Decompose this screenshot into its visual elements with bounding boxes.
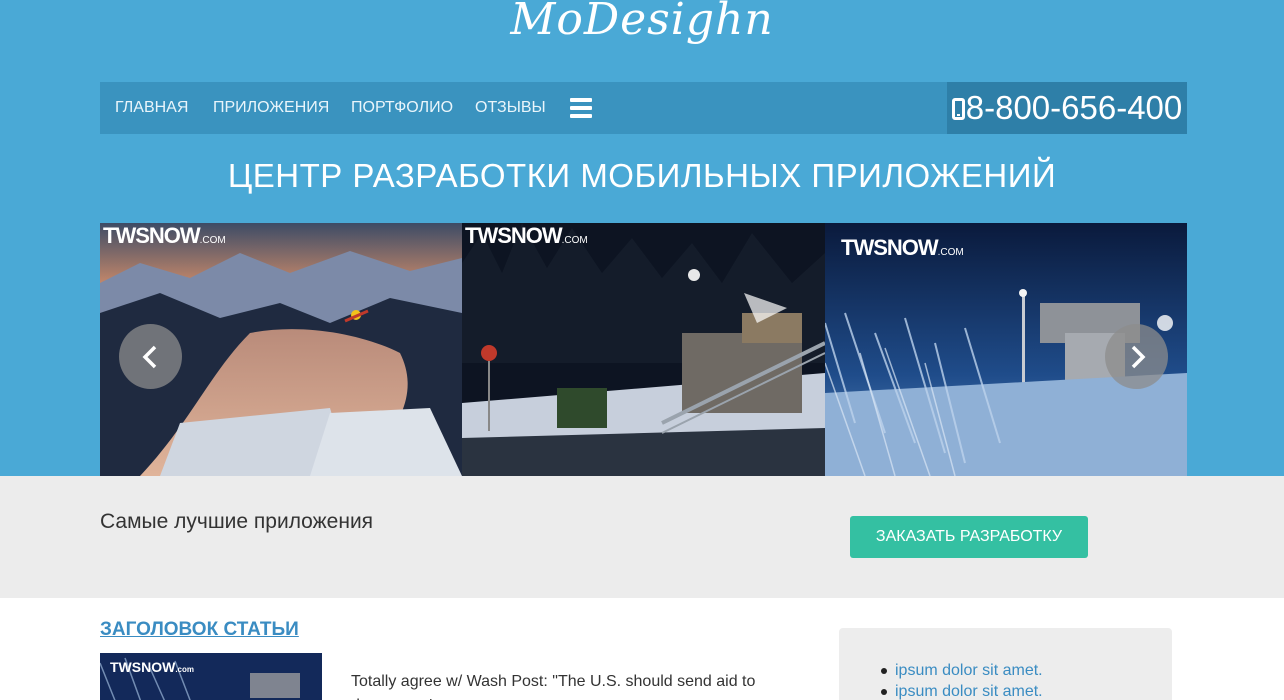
main-nav: ГЛАВНАЯ ПРИЛОЖЕНИЯ ПОРТФОЛИО ОТЗЫВЫ 8-80…	[100, 82, 1187, 134]
site-logo[interactable]: MoDesighn	[0, 0, 1284, 45]
slider-next-button[interactable]	[1105, 324, 1168, 389]
chevron-right-icon	[1131, 345, 1146, 369]
article-thumb-brand: TWSNOW.com	[110, 659, 194, 675]
article-thumbnail[interactable]: TWSNOW.com	[100, 653, 322, 700]
slide-brand-2: TWSNOW.COM	[465, 223, 588, 248]
promo-text: Самые лучшие приложения	[100, 510, 374, 533]
hamburger-icon[interactable]	[570, 98, 592, 118]
article-excerpt: Totally agree w/ Wash Post: "The U.S. sh…	[351, 673, 756, 700]
sidebar-list: ipsum dolor sit amet. ipsum dolor sit am…	[881, 660, 1043, 700]
slide-image-2: TWSNOW.COM	[462, 223, 825, 476]
nav-item-apps[interactable]: ПРИЛОЖЕНИЯ	[213, 82, 329, 134]
article-title[interactable]: ЗАГОЛОВОК СТАТЬИ	[100, 619, 299, 641]
slide-brand-1: TWSNOW.COM	[103, 223, 226, 248]
nav-item-reviews[interactable]: ОТЗЫВЫ	[475, 82, 546, 134]
mobile-phone-icon	[951, 98, 965, 120]
phone-box[interactable]: 8-800-656-400	[947, 82, 1187, 134]
sidebar-panel: ipsum dolor sit amet. ipsum dolor sit am…	[839, 628, 1172, 700]
chevron-left-icon	[142, 345, 157, 369]
sidebar-link-2[interactable]: ipsum dolor sit amet.	[881, 681, 1043, 700]
promo-section: Самые лучшие приложения ЗАКАЗАТЬ РАЗРАБО…	[0, 476, 1284, 598]
slide-brand-3: TWSNOW.COM	[841, 235, 964, 260]
slider-prev-button[interactable]	[119, 324, 182, 389]
phone-number: 8-800-656-400	[965, 89, 1183, 126]
nav-item-portfolio[interactable]: ПОРТФОЛИО	[351, 82, 453, 134]
nav-item-home[interactable]: ГЛАВНАЯ	[115, 82, 188, 134]
site-header: MoDesighn ГЛАВНАЯ ПРИЛОЖЕНИЯ ПОРТФОЛИО О…	[0, 0, 1284, 476]
order-development-button[interactable]: ЗАКАЗАТЬ РАЗРАБОТКУ	[850, 516, 1088, 558]
sidebar-link-1[interactable]: ipsum dolor sit amet.	[881, 660, 1043, 681]
image-slider: TWSNOW.COM TWSNOW.COM TWSNOW.COM	[100, 223, 1187, 476]
hero-title: ЦЕНТР РАЗРАБОТКИ МОБИЛЬНЫХ ПРИЛОЖЕНИЙ	[227, 157, 1057, 194]
